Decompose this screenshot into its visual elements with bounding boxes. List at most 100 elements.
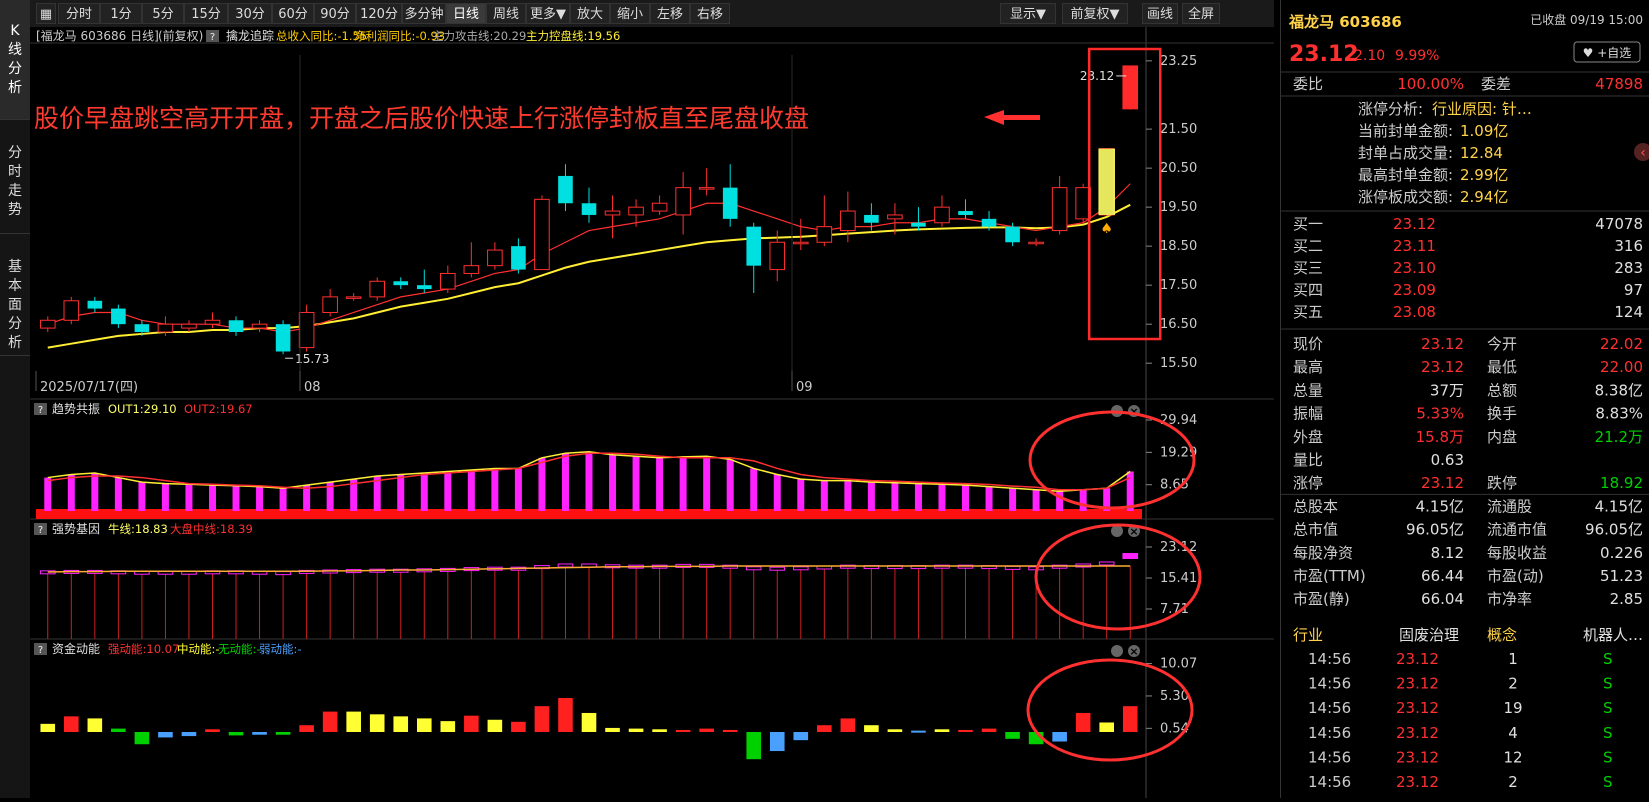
period-button-10[interactable]: 周线 <box>486 3 526 24</box>
candle-body[interactable] <box>440 272 456 290</box>
chart-action-button-3[interactable]: 右移 <box>690 3 730 24</box>
sub1-bar[interactable] <box>609 454 617 511</box>
sub1-bar[interactable] <box>820 480 828 511</box>
sub3-bar[interactable] <box>64 716 79 732</box>
candle-body[interactable] <box>816 226 833 243</box>
sub1-bar[interactable] <box>44 477 52 511</box>
candle-body[interactable] <box>651 202 668 212</box>
sub3-bar[interactable] <box>1122 706 1138 732</box>
sub3-bar[interactable] <box>840 718 856 732</box>
candle-body[interactable] <box>228 320 244 332</box>
sub3-gear-icon[interactable] <box>1111 645 1123 657</box>
sub2-bar[interactable] <box>1004 565 1021 570</box>
sub3-bar[interactable] <box>87 718 103 732</box>
period-button-6[interactable]: 90分 <box>314 3 356 24</box>
candle-body[interactable] <box>722 187 738 219</box>
sub3-bar[interactable] <box>675 729 691 732</box>
sub1-bar[interactable] <box>679 456 687 511</box>
sub3-bar[interactable] <box>228 732 244 736</box>
left-tab-2[interactable]: 基本面分析 <box>0 236 30 356</box>
period-button-4[interactable]: 30分 <box>228 3 272 24</box>
candle-body[interactable] <box>275 324 291 352</box>
sub3-bar[interactable] <box>322 711 338 732</box>
period-button-11[interactable]: 更多▼ <box>526 3 570 24</box>
candle-body[interactable] <box>111 308 126 325</box>
candle-body[interactable] <box>322 296 338 313</box>
sub3-bar[interactable] <box>299 725 314 732</box>
sub2-bar[interactable] <box>745 566 762 571</box>
sub3-bar[interactable] <box>934 729 950 732</box>
sub3-bar[interactable] <box>911 730 926 733</box>
candle-body[interactable] <box>39 319 56 329</box>
sub1-bar[interactable] <box>656 457 664 511</box>
sub3-bar[interactable] <box>558 698 573 732</box>
sub3-bar[interactable] <box>769 732 785 752</box>
sub1-bar[interactable] <box>844 480 852 511</box>
sub1-bar[interactable] <box>985 486 993 511</box>
sub1-bar[interactable] <box>914 483 922 511</box>
candle-body[interactable] <box>487 249 503 267</box>
sub3-bar[interactable] <box>40 723 56 732</box>
sub3-bar[interactable] <box>158 732 173 738</box>
sub1-bar[interactable] <box>138 482 146 511</box>
sub3-bar[interactable] <box>628 728 644 732</box>
sub1-bar[interactable] <box>1032 489 1040 511</box>
sub1-bar[interactable] <box>491 468 499 511</box>
sub3-bar[interactable] <box>346 711 361 732</box>
sub3-bar[interactable] <box>887 729 903 732</box>
candle-body[interactable] <box>204 319 221 325</box>
sub1-bar[interactable] <box>750 468 758 511</box>
sub1-bar[interactable] <box>114 477 122 511</box>
sub3-bar[interactable] <box>487 719 503 732</box>
candle-body[interactable] <box>958 211 973 215</box>
candle-body[interactable] <box>369 280 386 298</box>
left-tab-1[interactable]: 分时走势 <box>0 122 30 234</box>
candle-body[interactable] <box>87 300 103 309</box>
sub3-bar[interactable] <box>440 721 456 732</box>
sub1-bar[interactable] <box>703 456 711 511</box>
sub3-bar[interactable] <box>252 732 267 735</box>
left-tab-0[interactable]: K线分析 <box>0 0 30 120</box>
period-button-0[interactable]: 分时 <box>58 3 100 24</box>
sub1-bar[interactable] <box>962 485 970 511</box>
sub1-bar[interactable] <box>444 471 452 511</box>
sub2-bar[interactable] <box>769 566 786 571</box>
sub1-bar[interactable] <box>232 485 240 511</box>
sub3-bar[interactable] <box>111 728 126 732</box>
sub3-bar[interactable] <box>581 712 597 732</box>
sub1-bar[interactable] <box>585 451 593 511</box>
sub1-bar[interactable] <box>726 459 734 511</box>
candle-body[interactable] <box>698 187 715 190</box>
candle-body[interactable] <box>746 226 762 266</box>
kline-chart-svg[interactable]: [福龙马 603686 日线] (前复权)? 擒龙追踪 总收入同比:-1.55净利润同… <box>30 27 1274 798</box>
sub1-bar[interactable] <box>1009 488 1017 511</box>
period-button-3[interactable]: 15分 <box>184 3 228 24</box>
sub3-bar[interactable] <box>464 715 479 732</box>
candle-body[interactable] <box>345 296 362 299</box>
sub3-bar[interactable] <box>699 728 714 732</box>
candle-body[interactable] <box>534 198 550 271</box>
candle-body[interactable] <box>393 281 409 286</box>
candle-body[interactable] <box>1005 226 1020 243</box>
sub1-bar[interactable] <box>420 473 428 511</box>
sub3-bar[interactable] <box>1005 732 1020 739</box>
sub3-bar[interactable] <box>511 721 526 732</box>
candle-body[interactable] <box>463 265 480 274</box>
candle-body[interactable] <box>416 285 432 290</box>
candle-body[interactable] <box>864 214 879 223</box>
candle-body[interactable] <box>1051 187 1068 232</box>
sub3-bar[interactable] <box>652 729 667 732</box>
candle-body[interactable] <box>792 241 809 245</box>
candle-body[interactable] <box>1028 241 1044 245</box>
sub3-bar[interactable] <box>134 732 150 745</box>
period-button-5[interactable]: 60分 <box>272 3 314 24</box>
sub1-bar[interactable] <box>397 474 405 511</box>
candle-body[interactable] <box>604 210 621 216</box>
sub1-bar[interactable] <box>632 456 640 511</box>
sub1-bar[interactable] <box>303 485 311 511</box>
candle-body[interactable] <box>63 300 80 321</box>
period-button-7[interactable]: 120分 <box>356 3 402 24</box>
toolbar-right-button-2[interactable]: 画线 <box>1142 3 1178 24</box>
chart-action-button-2[interactable]: 左移 <box>650 3 690 24</box>
sub1-bar[interactable] <box>467 469 475 511</box>
